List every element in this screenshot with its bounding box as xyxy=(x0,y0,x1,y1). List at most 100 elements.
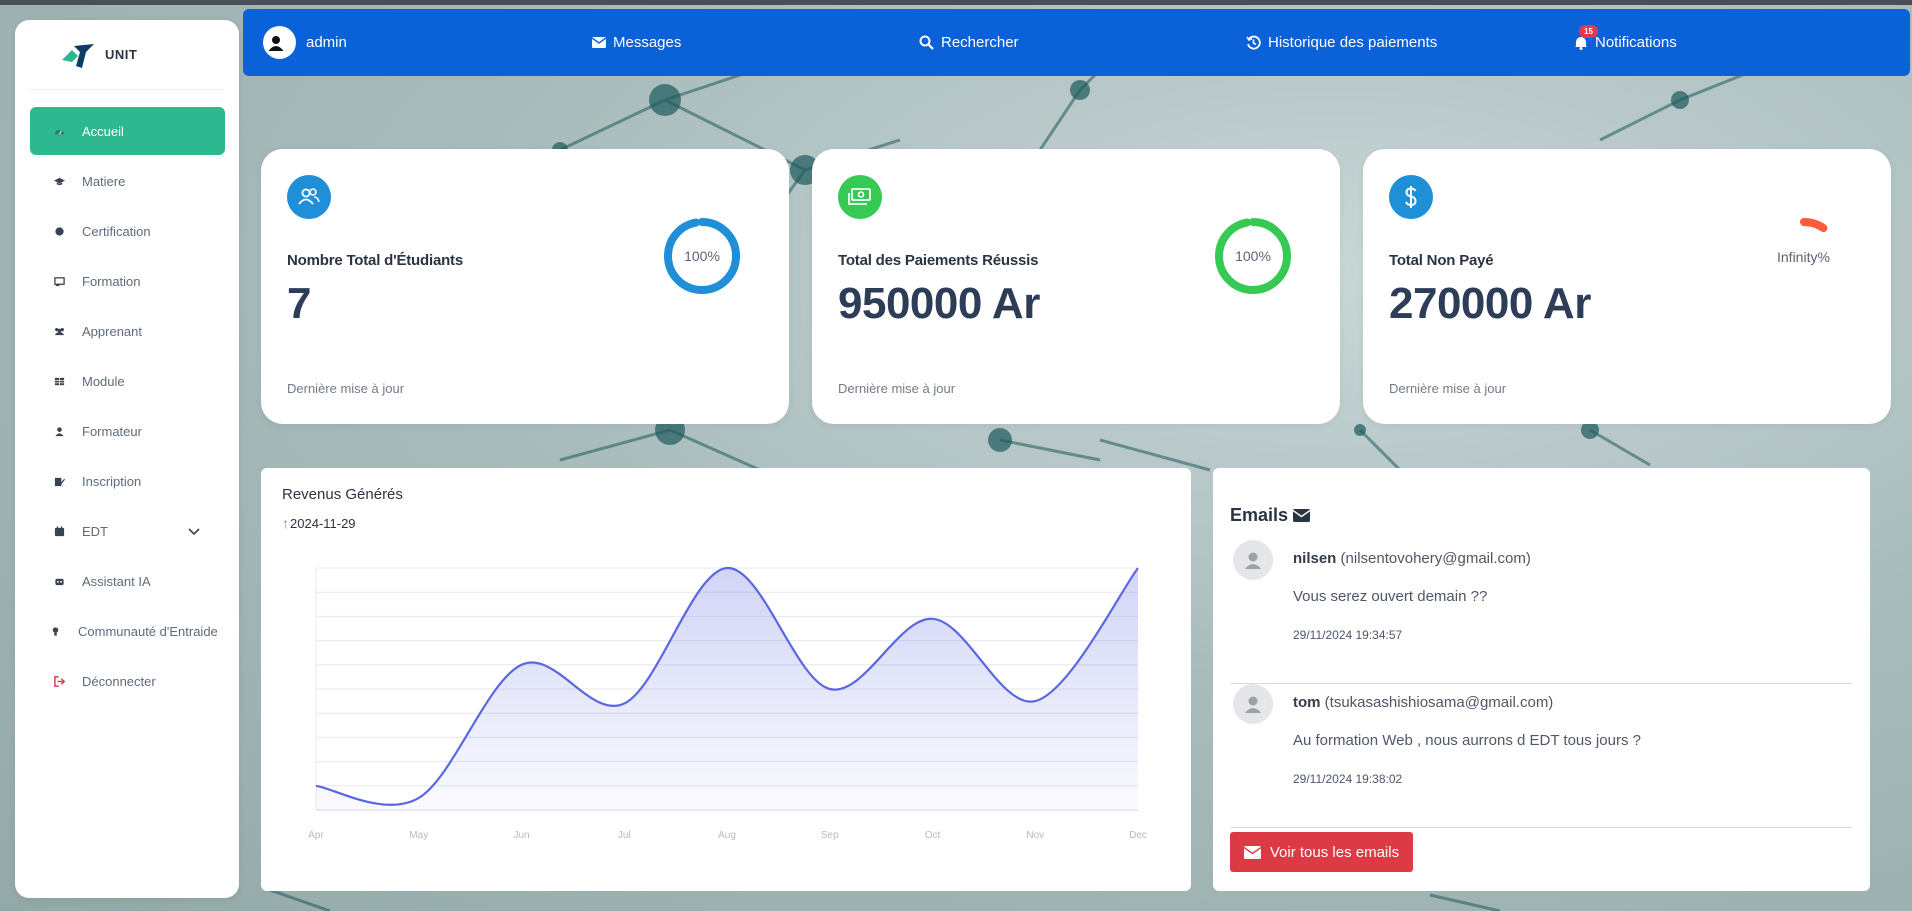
sidebar-item-deconnecter[interactable]: Déconnecter xyxy=(30,657,225,705)
money-bill-icon xyxy=(838,175,882,219)
sidebar-item-accueil[interactable]: Accueil xyxy=(30,107,225,155)
stat-card-unpaid: Total Non Payé 270000 Ar Infinity% Derni… xyxy=(1363,149,1891,424)
sidebar-item-label: Formation xyxy=(82,273,141,289)
chart-data-point[interactable] xyxy=(828,687,832,691)
chart-x-tick-label: Jun xyxy=(513,830,529,841)
chart-x-tick-label: May xyxy=(409,830,428,841)
sidebar-item-formation[interactable]: Formation xyxy=(30,257,225,305)
chart-date-value: 2024-11-29 xyxy=(290,515,356,531)
sidebar-item-label: Inscription xyxy=(82,473,142,489)
calendar-icon xyxy=(50,522,68,540)
last-update-label: Dernière mise à jour xyxy=(1389,381,1507,396)
chart-x-tick-label: Oct xyxy=(925,830,941,841)
arrow-up-icon: ↑ xyxy=(282,515,289,531)
table-icon xyxy=(50,372,68,390)
emails-title: Emails xyxy=(1230,505,1311,526)
sidebar-item-label: Apprenant xyxy=(82,323,142,339)
chart-data-point[interactable] xyxy=(314,784,318,788)
notifications-label: Notifications xyxy=(1595,34,1677,51)
graduation-cap-icon xyxy=(50,172,68,190)
emails-title-label: Emails xyxy=(1230,505,1289,525)
chalkboard-icon xyxy=(50,272,68,290)
notification-count-badge: 15 xyxy=(1579,25,1598,38)
payments-history-label: Historique des paiements xyxy=(1268,34,1438,51)
sidebar-nav: Accueil Matiere Certification Formation … xyxy=(15,107,239,705)
chevron-down-icon[interactable] xyxy=(188,524,200,539)
chart-data-point[interactable] xyxy=(417,796,421,800)
lightbulb-icon xyxy=(46,622,64,640)
sidebar-item-label: Certification xyxy=(82,223,151,239)
sender-address: (tsukasashishiosama@gmail.com) xyxy=(1324,694,1554,711)
chart-x-tick-label: Sep xyxy=(821,830,839,841)
revenue-chart-card: Apr May Jun Jul Aug Sep Oct Nov Dec Revenus Géné… xyxy=(261,468,1191,891)
stat-card-payments: Total des Paiements Réussis 950000 Ar 10… xyxy=(812,149,1340,424)
robot-icon xyxy=(50,572,68,590)
window-top-edge xyxy=(0,0,1912,5)
revenue-chart: Apr May Jun Jul Aug Sep Oct Nov Dec xyxy=(308,566,1147,841)
progress-ring-label: 100% xyxy=(1235,248,1271,264)
sidebar-item-label: Matiere xyxy=(82,173,126,189)
brand[interactable]: UNIT xyxy=(29,20,225,90)
chart-data-point[interactable] xyxy=(1136,566,1140,570)
view-all-emails-label: Voir tous les emails xyxy=(1269,843,1400,861)
messages-link[interactable]: Messages xyxy=(592,9,681,76)
user-avatar-icon xyxy=(263,26,296,59)
chart-x-tick-label: Jul xyxy=(618,830,631,841)
envelope-icon xyxy=(592,37,606,48)
payments-history-link[interactable]: Historique des paiements xyxy=(1246,9,1437,76)
stat-title: Total des Paiements Réussis xyxy=(838,252,1039,269)
edit-icon xyxy=(50,472,68,490)
sidebar-item-matiere[interactable]: Matiere xyxy=(30,157,225,205)
email-sender: tom (tsukasashishiosama@gmail.com) xyxy=(1293,694,1553,711)
sidebar-item-apprenant[interactable]: Apprenant xyxy=(30,307,225,355)
email-date: 29/11/2024 19:34:57 xyxy=(1293,628,1403,642)
sender-name: nilsen xyxy=(1293,550,1337,567)
sidebar-item-label: Communauté d'Entraide xyxy=(78,623,218,639)
chart-data-point[interactable] xyxy=(931,617,935,621)
chart-data-point[interactable] xyxy=(622,702,626,706)
sidebar-item-module[interactable]: Module xyxy=(30,357,225,405)
username: admin xyxy=(306,34,347,51)
sender-address: (nilsentovohery@gmail.com) xyxy=(1340,550,1531,567)
stat-value: 950000 Ar xyxy=(838,279,1040,328)
email-message: Vous serez ouvert demain ?? xyxy=(1293,588,1488,605)
sidebar-item-label: EDT xyxy=(82,523,108,539)
chart-data-point[interactable] xyxy=(1033,699,1037,703)
sign-out-icon xyxy=(50,672,68,690)
envelope-icon xyxy=(1243,845,1261,859)
chart-x-tick-label: Nov xyxy=(1026,830,1044,841)
chart-data-point[interactable] xyxy=(520,663,524,667)
messages-label: Messages xyxy=(613,34,682,51)
chart-title: Revenus Générés xyxy=(282,486,403,503)
brand-name: UNIT xyxy=(105,47,138,62)
progress-ring-label: Infinity% xyxy=(1777,249,1830,265)
user-menu[interactable]: admin xyxy=(263,9,347,76)
notifications-link[interactable]: 15 Notifications xyxy=(1574,9,1677,76)
avatar-icon xyxy=(1233,684,1273,724)
users-icon xyxy=(50,322,68,340)
sidebar-item-label: Formateur xyxy=(82,423,142,439)
chart-date: ↑ 2024-11-29 xyxy=(282,515,356,531)
view-all-emails-button[interactable]: Voir tous les emails xyxy=(1230,832,1413,872)
sidebar-item-label: Assistant IA xyxy=(82,573,151,589)
sidebar-item-inscription[interactable]: Inscription xyxy=(30,457,225,505)
topbar: admin Messages Rechercher Historique des… xyxy=(243,9,1910,76)
email-date: 29/11/2024 19:38:02 xyxy=(1293,772,1403,786)
sidebar-item-edt[interactable]: EDT xyxy=(30,507,225,555)
sidebar-item-assistant-ia[interactable]: Assistant IA xyxy=(30,557,225,605)
email-item[interactable]: nilsen (nilsentovohery@gmail.com) Vous s… xyxy=(1230,540,1852,684)
stat-title: Total Non Payé xyxy=(1389,252,1494,269)
sidebar-item-label: Accueil xyxy=(82,123,124,139)
sidebar-item-formateur[interactable]: Formateur xyxy=(30,407,225,455)
sidebar-item-certification[interactable]: Certification xyxy=(30,207,225,255)
stat-value: 7 xyxy=(287,279,311,328)
search-icon xyxy=(919,35,934,50)
search-link[interactable]: Rechercher xyxy=(919,9,1019,76)
dashboard-icon xyxy=(50,122,68,140)
sidebar-item-label: Module xyxy=(82,373,125,389)
email-sender: nilsen (nilsentovohery@gmail.com) xyxy=(1293,550,1531,567)
email-item[interactable]: tom (tsukasashishiosama@gmail.com) Au fo… xyxy=(1230,684,1852,828)
sidebar-item-communaute[interactable]: Communauté d'Entraide xyxy=(30,607,225,655)
chart-data-point[interactable] xyxy=(725,566,729,570)
emails-card: Emails nilsen (nilsentovohery@gmail.com)… xyxy=(1213,468,1870,891)
